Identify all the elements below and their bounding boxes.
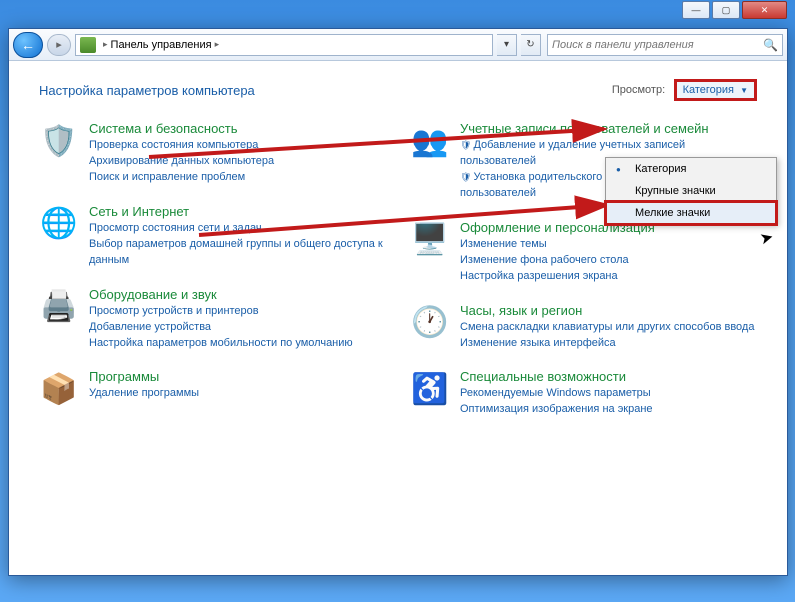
breadcrumb-sep-icon: ▸ (103, 39, 108, 50)
breadcrumb-sep-icon: ▸ (215, 39, 220, 50)
view-menu-category[interactable]: Категория (606, 158, 776, 180)
view-dropdown-value: Категория (683, 84, 734, 96)
minimize-button[interactable]: — (682, 1, 710, 19)
control-panel-window: — ▢ ✕ ← ▸ ▸ Панель управления ▸ ▾ ↻ 🔍 На… (8, 28, 788, 576)
category-link[interactable]: Рекомендуемые Windows параметры (460, 386, 653, 402)
category-title[interactable]: Оборудование и звук (89, 287, 353, 302)
category-link[interactable]: Просмотр устройств и принтеров (89, 304, 353, 320)
category-link[interactable]: Настройка параметров мобильности по умол… (89, 336, 353, 352)
category-link[interactable]: Оптимизация изображения на экране (460, 402, 653, 418)
category-link[interactable]: Изменение языка интерфейса (460, 336, 754, 352)
forward-button[interactable]: ▸ (47, 34, 71, 56)
category-title[interactable]: Специальные возможности (460, 369, 653, 384)
window-title-buttons: — ▢ ✕ (682, 1, 787, 29)
category-link[interactable]: Изменение темы (460, 237, 655, 253)
view-menu-popup: Категория Крупные значки Мелкие значки (605, 157, 777, 225)
annotation-arrow-2 (199, 179, 619, 239)
category-item: 📦 Программы Удаление программы (39, 369, 386, 409)
category-icon: 🕐 (410, 303, 450, 343)
category-item: 🖨️ Оборудование и звук Просмотр устройств … (39, 287, 386, 352)
view-menu-large-icons[interactable]: Крупные значки (606, 180, 776, 202)
category-icon: 🖨️ (39, 287, 79, 327)
category-link[interactable]: Настройка разрешения экрана (460, 269, 655, 285)
page-title: Настройка параметров компьютера (39, 83, 255, 98)
category-icon: 📦 (39, 369, 79, 409)
view-selector: Просмотр: Категория ▼ (612, 79, 757, 101)
category-item: ♿ Специальные возможности Рекомендуемые Wi… (410, 369, 757, 418)
address-bar[interactable]: ▸ Панель управления ▸ (75, 34, 493, 56)
back-button[interactable]: ← (13, 32, 43, 58)
categories-left-column: 🛡️Система и безопасностьПроверка состоян… (39, 121, 386, 436)
category-link[interactable]: Добавление устройства (89, 320, 353, 336)
category-icon: 🌐 (39, 204, 79, 244)
breadcrumb-root[interactable]: Панель управления (111, 39, 212, 51)
category-item: 🕐 Часы, язык и регион Смена раскладки клав… (410, 303, 757, 352)
category-icon: 🛡️ (39, 121, 79, 161)
navigation-bar: ← ▸ ▸ Панель управления ▸ ▾ ↻ 🔍 (9, 29, 787, 61)
view-label: Просмотр: (612, 84, 665, 96)
category-title[interactable]: Часы, язык и регион (460, 303, 754, 318)
category-link[interactable]: Удаление программы (89, 386, 199, 402)
control-panel-icon (80, 37, 96, 53)
address-dropdown-button[interactable]: ▾ (497, 34, 517, 56)
view-menu-small-icons[interactable]: Мелкие значки (604, 200, 778, 226)
search-input[interactable] (552, 39, 763, 51)
category-link[interactable]: Смена раскладки клавиатуры или других сп… (460, 320, 754, 336)
view-dropdown[interactable]: Категория ▼ (674, 79, 757, 101)
maximize-button[interactable]: ▢ (712, 1, 740, 19)
category-icon: ♿ (410, 369, 450, 409)
category-title[interactable]: Программы (89, 369, 199, 384)
category-link[interactable]: Выбор параметров домашней группы и общег… (89, 237, 386, 269)
search-box[interactable]: 🔍 (547, 34, 783, 56)
chevron-down-icon: ▼ (740, 86, 748, 95)
refresh-button[interactable]: ↻ (521, 34, 541, 56)
annotation-arrow-1 (149, 127, 619, 167)
search-icon: 🔍 (763, 38, 778, 52)
close-button[interactable]: ✕ (742, 1, 787, 19)
category-link[interactable]: Изменение фона рабочего стола (460, 253, 655, 269)
